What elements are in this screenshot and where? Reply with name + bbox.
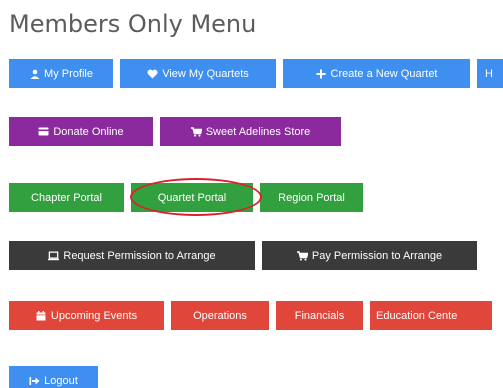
quartet-portal-label: Quartet Portal: [157, 191, 227, 204]
sweet-adelines-store-button[interactable]: Sweet Adelines Store: [160, 117, 341, 146]
education-center-label: Education Cente: [376, 309, 458, 322]
pay-permission-button[interactable]: Pay Permission to Arrange: [262, 241, 477, 270]
financials-button[interactable]: Financials: [276, 301, 363, 330]
my-profile-label: My Profile: [44, 67, 93, 80]
view-my-quartets-label: View My Quartets: [162, 67, 249, 80]
region-portal-label: Region Portal: [278, 191, 345, 204]
donate-online-button[interactable]: Donate Online: [9, 117, 153, 146]
info-menu-row: Upcoming Events Operations Financials Ed…: [9, 301, 492, 330]
arrange-menu-row: Request Permission to Arrange Pay Permis…: [9, 241, 477, 270]
request-permission-label: Request Permission to Arrange: [63, 249, 216, 262]
account-menu-row: Logout: [9, 366, 98, 388]
my-profile-button[interactable]: My Profile: [9, 59, 113, 88]
credit-card-icon: [38, 126, 49, 137]
region-portal-button[interactable]: Region Portal: [260, 183, 363, 212]
donate-online-label: Donate Online: [53, 125, 124, 138]
page-title: Members Only Menu: [9, 10, 257, 38]
user-icon: [29, 68, 40, 79]
heart-icon: [147, 68, 158, 79]
portal-menu-row: Chapter Portal Quartet Portal Region Por…: [9, 183, 363, 212]
shopping-cart-icon: [296, 250, 308, 261]
financials-label: Financials: [294, 309, 345, 322]
logout-label: Logout: [44, 374, 78, 387]
laptop-icon: [48, 250, 60, 261]
truncated-button[interactable]: H: [477, 59, 503, 88]
operations-button[interactable]: Operations: [171, 301, 269, 330]
shopping-cart-icon: [190, 126, 202, 137]
shop-menu-row: Donate Online Sweet Adelines Store: [9, 117, 341, 146]
upcoming-events-button[interactable]: Upcoming Events: [9, 301, 164, 330]
chapter-portal-button[interactable]: Chapter Portal: [9, 183, 124, 212]
create-new-quartet-button[interactable]: Create a New Quartet: [283, 59, 470, 88]
plus-icon: [316, 68, 327, 79]
sweet-adelines-store-label: Sweet Adelines Store: [205, 125, 311, 138]
education-center-button[interactable]: Education Cente: [370, 301, 492, 330]
chapter-portal-label: Chapter Portal: [31, 191, 102, 204]
truncated-button-label: H: [485, 67, 493, 80]
upcoming-events-label: Upcoming Events: [50, 309, 138, 322]
pay-permission-label: Pay Permission to Arrange: [311, 249, 443, 262]
view-my-quartets-button[interactable]: View My Quartets: [120, 59, 276, 88]
quartet-portal-button[interactable]: Quartet Portal: [131, 183, 253, 212]
sign-out-icon: [29, 375, 40, 386]
request-permission-button[interactable]: Request Permission to Arrange: [9, 241, 255, 270]
calendar-icon: [36, 310, 47, 321]
profile-menu-row: My Profile View My Quartets Create a New…: [9, 59, 503, 88]
logout-button[interactable]: Logout: [9, 366, 98, 388]
operations-label: Operations: [193, 309, 247, 322]
create-new-quartet-label: Create a New Quartet: [330, 67, 438, 80]
